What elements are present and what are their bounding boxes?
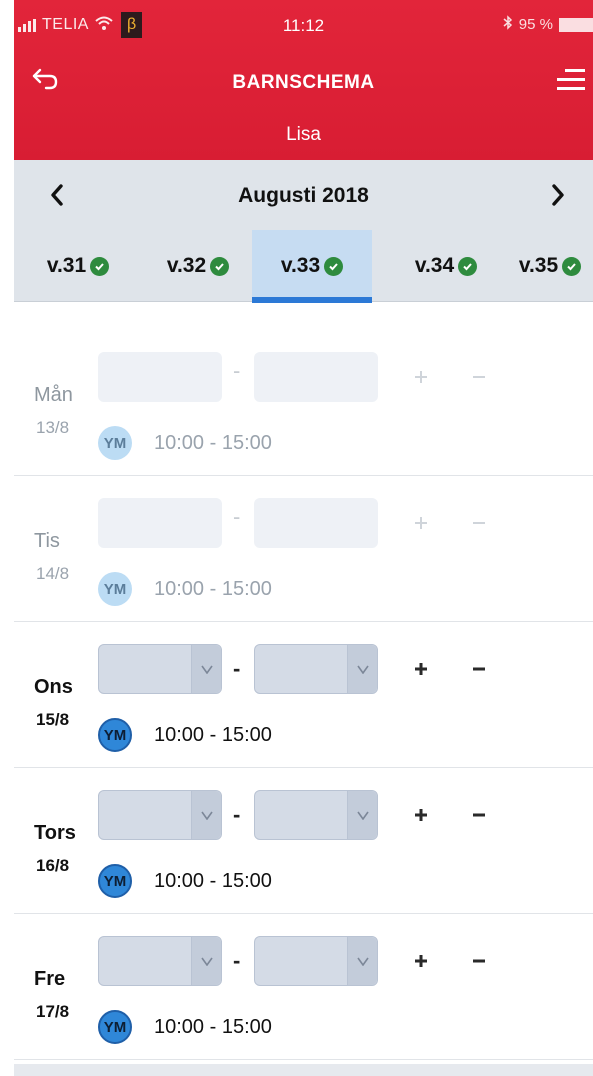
next-row-edge bbox=[14, 1064, 593, 1076]
app-header: TELIA β 11:12 95 % BARNSCHEMA Lisa bbox=[14, 0, 593, 160]
status-right: 95 % bbox=[503, 15, 593, 34]
day-name: Fre bbox=[34, 968, 66, 990]
week-label: v.35 bbox=[518, 254, 559, 277]
tab-week-35[interactable]: v.35 bbox=[508, 230, 592, 302]
time-separator: - bbox=[233, 656, 241, 681]
day-row-tuesday: Tis 14/8 - YM 10:00 - 15:00 bbox=[14, 476, 593, 622]
hamburger-menu-icon bbox=[565, 68, 585, 72]
remove-time-button[interactable] bbox=[460, 796, 498, 834]
day-row-monday: Mån 13/8 - YM 10:00 - 15:00 bbox=[14, 330, 593, 476]
minus-icon bbox=[473, 667, 485, 671]
end-time-select[interactable] bbox=[254, 644, 378, 694]
dropdown-caret-icon bbox=[191, 791, 221, 839]
start-time-select[interactable] bbox=[98, 498, 222, 548]
day-name: Ons bbox=[34, 676, 73, 698]
plus-icon bbox=[415, 955, 427, 967]
status-bar: TELIA β 11:12 95 % bbox=[14, 0, 593, 50]
dropdown-caret-icon bbox=[347, 937, 377, 985]
check-icon bbox=[324, 256, 344, 276]
week-label: v.34 bbox=[414, 254, 455, 277]
start-time-select[interactable] bbox=[98, 352, 222, 402]
dropdown-caret-icon bbox=[347, 645, 377, 693]
scheduled-time: 10:00 - 15:00 bbox=[154, 1016, 272, 1038]
next-month-button[interactable] bbox=[541, 178, 575, 212]
tab-week-31[interactable]: v.31 bbox=[28, 230, 128, 302]
plus-icon bbox=[415, 809, 427, 821]
minus-icon bbox=[473, 959, 485, 963]
end-time-select[interactable] bbox=[254, 498, 378, 548]
day-date: 17/8 bbox=[36, 1002, 70, 1021]
month-navigation: Augusti 2018 bbox=[14, 160, 593, 230]
time-separator: - bbox=[233, 802, 241, 827]
day-name: Tors bbox=[34, 822, 76, 844]
battery-percent: 95 % bbox=[518, 16, 553, 33]
dropdown-caret-icon bbox=[191, 645, 221, 693]
check-icon bbox=[90, 256, 110, 276]
week-label: v.31 bbox=[46, 254, 87, 277]
minus-icon bbox=[473, 813, 485, 817]
add-time-button[interactable] bbox=[402, 796, 440, 834]
check-icon bbox=[210, 256, 230, 276]
end-time-select[interactable] bbox=[254, 790, 378, 840]
avatar: YM bbox=[98, 718, 132, 752]
child-name: Lisa bbox=[286, 124, 321, 145]
chevron-right-icon bbox=[552, 184, 564, 206]
add-time-button[interactable] bbox=[402, 650, 440, 688]
check-icon bbox=[562, 256, 582, 276]
page-title: BARNSCHEMA bbox=[232, 72, 375, 93]
scheduled-time: 10:00 - 15:00 bbox=[154, 724, 272, 746]
week-label: v.32 bbox=[166, 254, 207, 277]
menu-button[interactable] bbox=[551, 62, 585, 96]
day-row-thursday: Tors 16/8 - YM 10:00 - 15:00 bbox=[14, 768, 593, 914]
day-date: 15/8 bbox=[36, 710, 70, 729]
add-time-button[interactable] bbox=[402, 942, 440, 980]
day-date: 16/8 bbox=[36, 856, 70, 875]
minus-icon bbox=[473, 376, 485, 378]
avatar: YM bbox=[98, 1010, 132, 1044]
remove-time-button[interactable] bbox=[460, 942, 498, 980]
remove-time-button[interactable] bbox=[460, 358, 498, 396]
week-label: v.33 bbox=[280, 254, 321, 277]
avatar: YM bbox=[98, 864, 132, 898]
time-separator: - bbox=[233, 504, 241, 529]
add-time-button[interactable] bbox=[402, 504, 440, 542]
start-time-select[interactable] bbox=[98, 936, 222, 986]
day-row-wednesday: Ons 15/8 - YM 10:00 - 15:00 bbox=[14, 622, 593, 768]
check-icon bbox=[458, 256, 478, 276]
add-time-button[interactable] bbox=[402, 358, 440, 396]
bluetooth-icon bbox=[503, 15, 513, 34]
time-separator: - bbox=[233, 948, 241, 973]
remove-time-button[interactable] bbox=[460, 504, 498, 542]
minus-icon bbox=[473, 522, 485, 524]
tab-week-32[interactable]: v.32 bbox=[142, 230, 254, 302]
remove-time-button[interactable] bbox=[460, 650, 498, 688]
day-date: 13/8 bbox=[36, 418, 70, 437]
end-time-select[interactable] bbox=[254, 352, 378, 402]
day-name: Mån bbox=[34, 384, 73, 406]
dropdown-caret-icon bbox=[191, 937, 221, 985]
day-date: 14/8 bbox=[36, 564, 70, 583]
time-separator: - bbox=[233, 358, 241, 383]
battery-icon bbox=[559, 17, 593, 32]
plus-icon bbox=[415, 371, 427, 383]
scheduled-time: 10:00 - 15:00 bbox=[154, 578, 272, 600]
tab-week-34[interactable]: v.34 bbox=[390, 230, 502, 302]
end-time-select[interactable] bbox=[254, 936, 378, 986]
day-name: Tis bbox=[34, 530, 60, 552]
day-row-friday: Fre 17/8 - YM 10:00 - 15:00 bbox=[14, 914, 593, 1060]
dropdown-caret-icon bbox=[347, 791, 377, 839]
scheduled-time: 10:00 - 15:00 bbox=[154, 870, 272, 892]
month-label: Augusti 2018 bbox=[238, 184, 369, 207]
avatar: YM bbox=[98, 426, 132, 460]
start-time-select[interactable] bbox=[98, 644, 222, 694]
plus-icon bbox=[415, 517, 427, 529]
week-tabs: v.31 v.32 v.33 v.34 v.35 bbox=[14, 230, 593, 303]
left-edge bbox=[0, 0, 14, 1076]
tab-week-33[interactable]: v.33 bbox=[252, 230, 372, 303]
plus-icon bbox=[415, 663, 427, 675]
avatar: YM bbox=[98, 572, 132, 606]
scheduled-time: 10:00 - 15:00 bbox=[154, 432, 272, 454]
start-time-select[interactable] bbox=[98, 790, 222, 840]
